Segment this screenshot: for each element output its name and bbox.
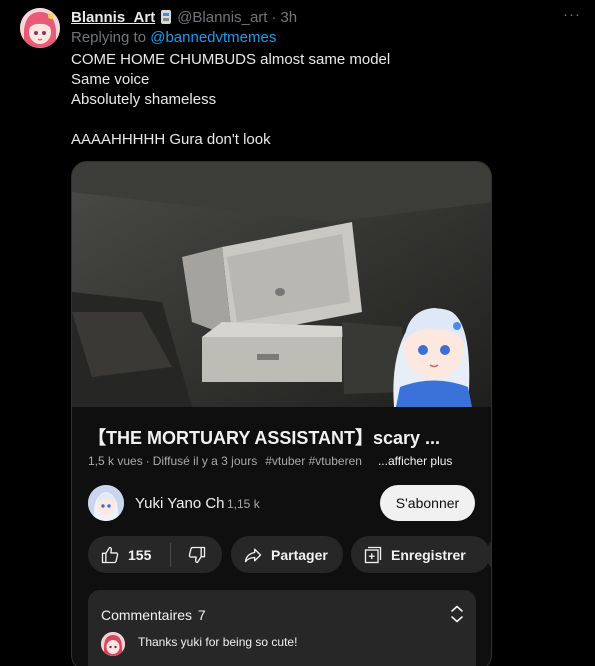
save-label: Enregistrer	[391, 546, 466, 563]
replying-to: Replying to @bannedvtmemes	[71, 29, 276, 46]
like-dislike-group: 155	[88, 536, 222, 573]
show-more-link[interactable]: ...afficher plus	[378, 454, 452, 468]
comments-label: Commentaires	[101, 607, 193, 623]
verified-badge-icon	[159, 9, 173, 25]
channel-row: Yuki Yano Ch 1,15 k S'abonner	[88, 485, 478, 521]
channel-avatar[interactable]	[88, 485, 124, 521]
tweet-line: AAAAHHHHH Gura don't look	[71, 131, 271, 148]
separator: ·	[271, 8, 277, 26]
tweet-text: COME HOME CHUMBUDS almost same model Sam…	[71, 50, 390, 150]
thumbs-down-icon	[188, 546, 205, 563]
more-actions-button[interactable]	[486, 536, 491, 573]
dislike-button[interactable]	[171, 536, 222, 573]
tweet-line: Same voice	[71, 71, 150, 88]
handle[interactable]: @Blannis_art	[177, 9, 267, 26]
tweet-line: COME HOME CHUMBUDS almost same model	[71, 51, 391, 68]
save-playlist-icon	[364, 546, 382, 563]
author-avatar[interactable]	[20, 8, 60, 48]
thumbs-up-icon	[101, 546, 119, 563]
replying-prefix: Replying to	[71, 29, 147, 46]
commenter-avatar[interactable]	[101, 632, 125, 656]
view-count: 1,5 k vues	[88, 454, 143, 468]
share-icon	[244, 548, 262, 562]
tweet: Blannis_Art @Blannis_art · 3h ··· Replyi…	[0, 0, 595, 666]
like-count: 155	[128, 546, 152, 563]
timestamp[interactable]: 3h	[280, 9, 297, 26]
like-button[interactable]: 155	[88, 536, 170, 573]
video-title[interactable]: 【THE MORTUARY ASSISTANT】scary ...	[88, 424, 440, 450]
top-comment-text: Thanks yuki for being so cute!	[138, 635, 298, 649]
mention-link[interactable]: @bannedvtmemes	[150, 29, 276, 46]
expand-icon[interactable]	[448, 604, 466, 624]
tweet-line	[71, 110, 390, 130]
video-thumbnail[interactable]	[72, 162, 491, 407]
display-name[interactable]: Blannis_Art	[71, 9, 155, 26]
tweet-line: Absolutely shameless	[71, 91, 217, 108]
tweet-header: Blannis_Art @Blannis_art · 3h	[71, 7, 297, 27]
channel-name[interactable]: Yuki Yano Ch	[135, 495, 225, 512]
share-button[interactable]: Partager	[231, 536, 343, 573]
comments-header: Commentaires 7	[101, 607, 206, 623]
save-button[interactable]: Enregistrer	[351, 536, 490, 573]
subscribe-button[interactable]: S'abonner	[380, 485, 475, 521]
video-meta: 1,5 k vues · Diffusé il y a 3 jours #vtu…	[88, 454, 452, 468]
more-icon[interactable]: ···	[561, 6, 583, 26]
subscriber-count: 1,15 k	[227, 497, 260, 511]
comments-section[interactable]: Commentaires 7 Thanks yuki for being so …	[88, 590, 476, 666]
video-embed-card[interactable]: 【THE MORTUARY ASSISTANT】scary ... 1,5 k …	[71, 161, 492, 666]
comments-count: 7	[197, 607, 206, 623]
posted-time: Diffusé il y a 3 jours	[152, 454, 258, 468]
share-label: Partager	[271, 546, 328, 563]
video-actions: 155 Partager Enregistrer	[88, 536, 491, 573]
meta-separator: ·	[145, 454, 150, 468]
video-tags[interactable]: #vtuber #vtuberen	[265, 454, 362, 468]
